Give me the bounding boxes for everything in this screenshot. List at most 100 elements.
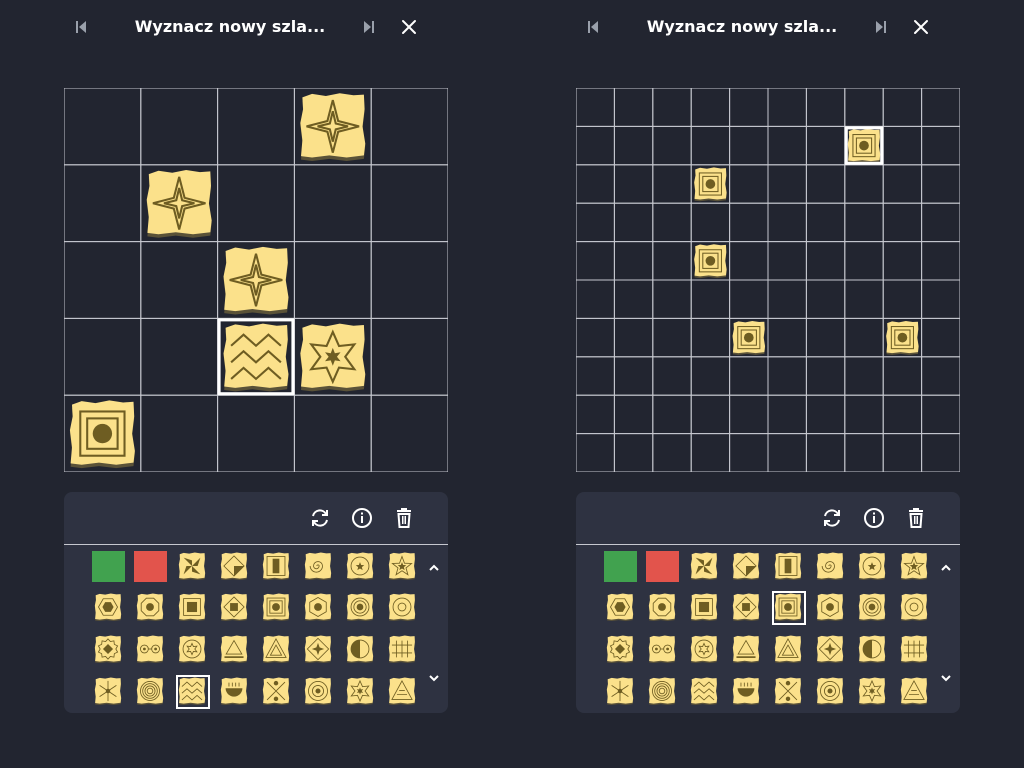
board-cell[interactable] <box>729 433 769 472</box>
board-cell[interactable] <box>64 164 142 243</box>
board-cell[interactable] <box>729 164 769 204</box>
board-cell[interactable] <box>882 164 923 204</box>
board-cell[interactable] <box>690 317 731 358</box>
board-cell[interactable] <box>576 356 615 396</box>
palette-tile-diamond-square[interactable] <box>732 593 762 623</box>
board-cell[interactable] <box>64 241 142 319</box>
palette-tile-square-dot[interactable] <box>262 593 292 623</box>
skip-previous-button[interactable] <box>578 12 608 42</box>
board-cell[interactable] <box>370 317 448 396</box>
board-cell[interactable] <box>217 88 295 166</box>
palette-tile-waves[interactable] <box>176 675 210 709</box>
palette-tile-triangle-lines[interactable] <box>900 677 930 707</box>
board-cell[interactable] <box>576 202 615 243</box>
board-cell[interactable] <box>844 317 884 358</box>
palette-tile-sun-gear[interactable] <box>94 635 124 665</box>
board-cell[interactable] <box>370 394 448 472</box>
board-cell[interactable] <box>729 88 769 127</box>
skip-next-button[interactable] <box>354 12 384 42</box>
palette-tile-diamond-square[interactable] <box>220 593 250 623</box>
palette-tile-target[interactable] <box>816 677 846 707</box>
palette-tile-hex-dot[interactable] <box>304 593 334 623</box>
board-cell[interactable] <box>613 241 654 281</box>
palette-tile-bowl[interactable] <box>732 677 762 707</box>
board-grid[interactable] <box>576 88 960 472</box>
board-cell[interactable] <box>921 125 960 166</box>
board-cell[interactable] <box>613 433 654 472</box>
board-piece-square-dot[interactable] <box>732 321 766 355</box>
board-cell[interactable] <box>767 394 807 435</box>
scroll-down-button[interactable] <box>424 668 444 688</box>
palette-tile-hexagon[interactable] <box>94 593 124 623</box>
board-cell[interactable] <box>293 241 372 319</box>
board-cell[interactable] <box>767 241 807 281</box>
palette-tile-spiral[interactable] <box>304 552 334 582</box>
palette-tile-circle-dot[interactable] <box>858 593 888 623</box>
palette-tile-hexagon[interactable] <box>606 593 636 623</box>
palette-tile-circle-dot[interactable] <box>346 593 376 623</box>
board-piece-star4[interactable] <box>223 246 289 315</box>
board-cell[interactable] <box>805 164 846 204</box>
board-cell[interactable] <box>613 317 654 358</box>
board-cell[interactable] <box>729 394 769 435</box>
swatch-red[interactable] <box>646 551 679 582</box>
palette-tile-bars[interactable] <box>388 635 418 665</box>
board-piece-star4[interactable] <box>146 170 212 238</box>
close-button[interactable] <box>906 12 936 42</box>
palette-tile-square[interactable] <box>690 593 720 623</box>
board-cell[interactable] <box>805 279 846 319</box>
close-button[interactable] <box>394 12 424 42</box>
board-cell[interactable] <box>882 125 923 166</box>
board-cell[interactable] <box>690 279 731 319</box>
board-cell[interactable] <box>767 88 807 127</box>
board-cell[interactable] <box>652 88 692 127</box>
board-cell[interactable] <box>729 241 769 281</box>
swatch-green[interactable] <box>92 551 125 582</box>
board-cell[interactable] <box>576 241 615 281</box>
rotate-button[interactable] <box>819 505 845 531</box>
board-cell[interactable] <box>613 164 654 204</box>
palette-tile-star6[interactable] <box>858 677 888 707</box>
palette-tile-sun-gear[interactable] <box>606 635 636 665</box>
board-cell[interactable] <box>576 433 615 472</box>
board-cell[interactable] <box>613 125 654 166</box>
board-cell[interactable] <box>767 317 807 358</box>
palette-tile-square[interactable] <box>178 593 208 623</box>
board-cell[interactable] <box>805 394 846 435</box>
board-cell[interactable] <box>64 317 142 396</box>
palette-tile-diamond-star[interactable] <box>816 635 846 665</box>
palette-tile-triangle-nested[interactable] <box>774 635 804 665</box>
board-cell[interactable] <box>652 394 692 435</box>
board-cell[interactable] <box>921 88 960 127</box>
board-cell[interactable] <box>921 394 960 435</box>
palette-tile-triangle-nested[interactable] <box>262 635 292 665</box>
board-cell[interactable] <box>576 88 615 127</box>
board-cell[interactable] <box>652 125 692 166</box>
palette-tile-cross-circles[interactable] <box>262 677 292 707</box>
palette-tile-hex-dot[interactable] <box>816 593 846 623</box>
palette-tile-circle-ring[interactable] <box>388 593 418 623</box>
skip-next-button[interactable] <box>866 12 896 42</box>
palette-tile-octagon[interactable] <box>136 593 166 623</box>
board-cell[interactable] <box>293 394 372 472</box>
board-cell[interactable] <box>767 164 807 204</box>
board-piece-star4[interactable] <box>300 93 366 161</box>
rotate-button[interactable] <box>307 505 333 531</box>
board-cell[interactable] <box>690 88 731 127</box>
board-cell[interactable] <box>217 164 295 243</box>
board-cell[interactable] <box>652 279 692 319</box>
board-cell[interactable] <box>217 394 295 472</box>
board-cell[interactable] <box>844 279 884 319</box>
palette-tile-bowl[interactable] <box>220 677 250 707</box>
board-cell[interactable] <box>576 279 615 319</box>
board-cell[interactable] <box>576 317 615 358</box>
palette-tile-half-circle[interactable] <box>858 635 888 665</box>
board-cell[interactable] <box>844 433 884 472</box>
board-cell[interactable] <box>729 279 769 319</box>
board-cell[interactable] <box>805 88 846 127</box>
palette-tile-diamond-star[interactable] <box>304 635 334 665</box>
palette-tile-triangle-bar[interactable] <box>220 635 250 665</box>
game-board[interactable] <box>576 88 960 472</box>
board-cell[interactable] <box>844 356 884 396</box>
skip-previous-button[interactable] <box>66 12 96 42</box>
